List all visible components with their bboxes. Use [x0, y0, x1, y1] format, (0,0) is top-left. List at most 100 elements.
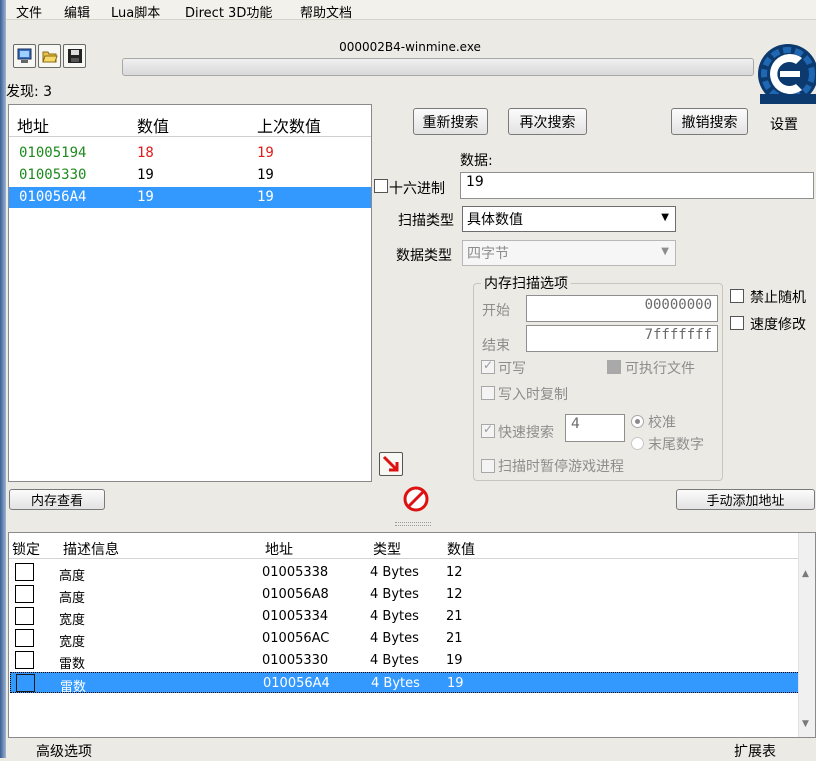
add-to-list-button[interactable] [379, 452, 403, 476]
menu-bar: 文件 编辑 Lua脚本 Direct 3D功能 帮助文档 [6, 0, 816, 21]
header-address[interactable]: 地址 [17, 113, 49, 137]
pause-game-checkbox[interactable] [481, 459, 495, 473]
writable-label: 可写 [498, 361, 526, 377]
status-bar: 高级选项 扩展表 [8, 738, 816, 761]
advanced-options-link[interactable]: 高级选项 [36, 741, 92, 761]
result-row[interactable]: 01005330 19 19 [9, 165, 371, 186]
result-row[interactable]: 01005194 18 19 [9, 143, 371, 164]
menu-help[interactable]: 帮助文档 [300, 2, 352, 21]
table-row[interactable]: 雷数 01005330 4 Bytes 19 [10, 650, 802, 672]
lock-checkbox[interactable] [15, 585, 34, 603]
address-list-scrollbar[interactable]: ▲ ▼ [798, 533, 815, 737]
row-type: 4 Bytes [370, 587, 419, 602]
lock-checkbox[interactable] [15, 563, 34, 581]
header-type[interactable]: 类型 [373, 539, 401, 559]
add-address-manually-button[interactable]: 手动添加地址 [676, 489, 815, 510]
fast-scan-input[interactable]: 4 [565, 414, 625, 442]
alignment-label: 校准 [648, 415, 676, 431]
stop-sign-icon [403, 486, 429, 512]
row-address: 01005334 [262, 609, 329, 624]
fast-scan-label: 快速搜索 [498, 425, 554, 441]
memory-options-title: 内存扫描选项 [481, 273, 571, 293]
stop-label: 结束 [482, 338, 510, 354]
value-type-select[interactable]: 四字节 ▼ [462, 240, 676, 266]
table-row-selected[interactable]: 雷数 010056A4 4 Bytes 19 [10, 672, 802, 695]
address-list-header: 锁定 描述信息 地址 类型 数值 [9, 533, 799, 559]
fast-scan-checkbox[interactable] [481, 422, 495, 438]
row-value: 21 [446, 609, 463, 624]
result-address: 01005194 [19, 145, 87, 161]
start-address-input[interactable]: 00000000 [526, 295, 718, 322]
menu-edit[interactable]: 编辑 [64, 2, 90, 21]
header-address[interactable]: 地址 [265, 539, 293, 559]
scan-value-input[interactable]: 19 [460, 172, 814, 199]
scroll-down-icon[interactable]: ▼ [802, 719, 809, 729]
scroll-up-icon[interactable]: ▲ [802, 569, 809, 579]
result-row-selected[interactable]: 010056A4 19 19 [9, 187, 371, 208]
address-list[interactable]: 锁定 描述信息 地址 类型 数值 高度 01005338 4 Bytes 12 … [8, 532, 816, 738]
row-type: 4 Bytes [370, 653, 419, 668]
header-previous-value[interactable]: 上次数值 [257, 113, 321, 137]
clear-list-button[interactable] [403, 486, 429, 512]
menu-lua-script[interactable]: Lua脚本 [111, 2, 160, 21]
table-row[interactable]: 高度 01005338 4 Bytes 12 [10, 562, 802, 584]
lock-checkbox[interactable] [15, 607, 34, 625]
result-previous: 19 [257, 167, 274, 183]
copy-on-write-checkbox[interactable] [481, 386, 495, 400]
undo-scan-button[interactable]: 撤销搜索 [671, 108, 748, 135]
table-row[interactable]: 宽度 010056AC 4 Bytes 21 [10, 628, 802, 650]
splitter-handle[interactable] [395, 522, 431, 526]
row-address: 010056AC [262, 631, 330, 646]
scan-results-list[interactable]: 地址 数值 上次数值 01005194 18 19 01005330 19 19… [8, 104, 372, 482]
row-type: 4 Bytes [371, 676, 420, 691]
disable-random-checkbox[interactable] [730, 289, 744, 303]
open-file-button[interactable] [38, 44, 61, 68]
header-value[interactable]: 数值 [447, 539, 475, 559]
memory-view-button[interactable]: 内存查看 [9, 489, 105, 510]
row-description: 雷数 [60, 680, 87, 695]
floppy-disk-icon [68, 49, 82, 63]
scan-type-select[interactable]: 具体数值 ▼ [462, 206, 676, 232]
last-digits-radio[interactable] [631, 437, 644, 450]
table-extras-link[interactable]: 扩展表 [734, 741, 776, 761]
lock-checkbox[interactable] [15, 629, 34, 647]
save-button[interactable] [63, 44, 86, 68]
menu-direct3d[interactable]: Direct 3D功能 [185, 2, 272, 21]
new-scan-button[interactable]: 重新搜索 [413, 108, 488, 135]
table-row[interactable]: 宽度 01005334 4 Bytes 21 [10, 606, 802, 628]
row-value: 21 [446, 631, 463, 646]
folder-open-icon [42, 51, 58, 63]
executable-checkbox[interactable] [607, 360, 621, 374]
scan-progress-bar [122, 58, 754, 76]
settings-logo-button[interactable]: 设置 [754, 36, 816, 133]
header-description[interactable]: 描述信息 [63, 539, 119, 559]
start-label: 开始 [482, 303, 510, 319]
row-description: 雷数 [59, 657, 86, 672]
row-address: 010056A4 [263, 676, 330, 691]
open-process-button[interactable] [13, 44, 36, 68]
header-lock[interactable]: 锁定 [12, 539, 40, 559]
hex-checkbox[interactable] [374, 179, 388, 193]
table-row[interactable]: 高度 010056A8 4 Bytes 12 [10, 584, 802, 606]
lock-checkbox[interactable] [16, 674, 35, 692]
value-label: 数据: [460, 153, 493, 169]
result-previous: 19 [257, 189, 274, 205]
copy-on-write-label: 写入时复制 [498, 387, 568, 403]
window-edge [0, 0, 6, 758]
header-value[interactable]: 数值 [137, 113, 169, 137]
row-value: 19 [446, 653, 463, 668]
lock-checkbox[interactable] [15, 651, 34, 669]
alignment-radio[interactable] [631, 415, 644, 428]
stop-address-input[interactable]: 7fffffff [526, 325, 718, 352]
next-scan-button[interactable]: 再次搜索 [508, 108, 587, 135]
row-address: 01005330 [262, 653, 329, 668]
row-address: 01005338 [262, 565, 329, 580]
speedhack-checkbox[interactable] [730, 316, 744, 330]
row-value: 12 [446, 587, 463, 602]
writable-checkbox[interactable] [481, 358, 495, 374]
row-description: 高度 [59, 591, 86, 606]
last-digits-label: 末尾数字 [648, 437, 704, 453]
scan-type-label: 扫描类型 [398, 213, 454, 229]
menu-file[interactable]: 文件 [16, 2, 42, 21]
settings-label: 设置 [770, 117, 798, 133]
